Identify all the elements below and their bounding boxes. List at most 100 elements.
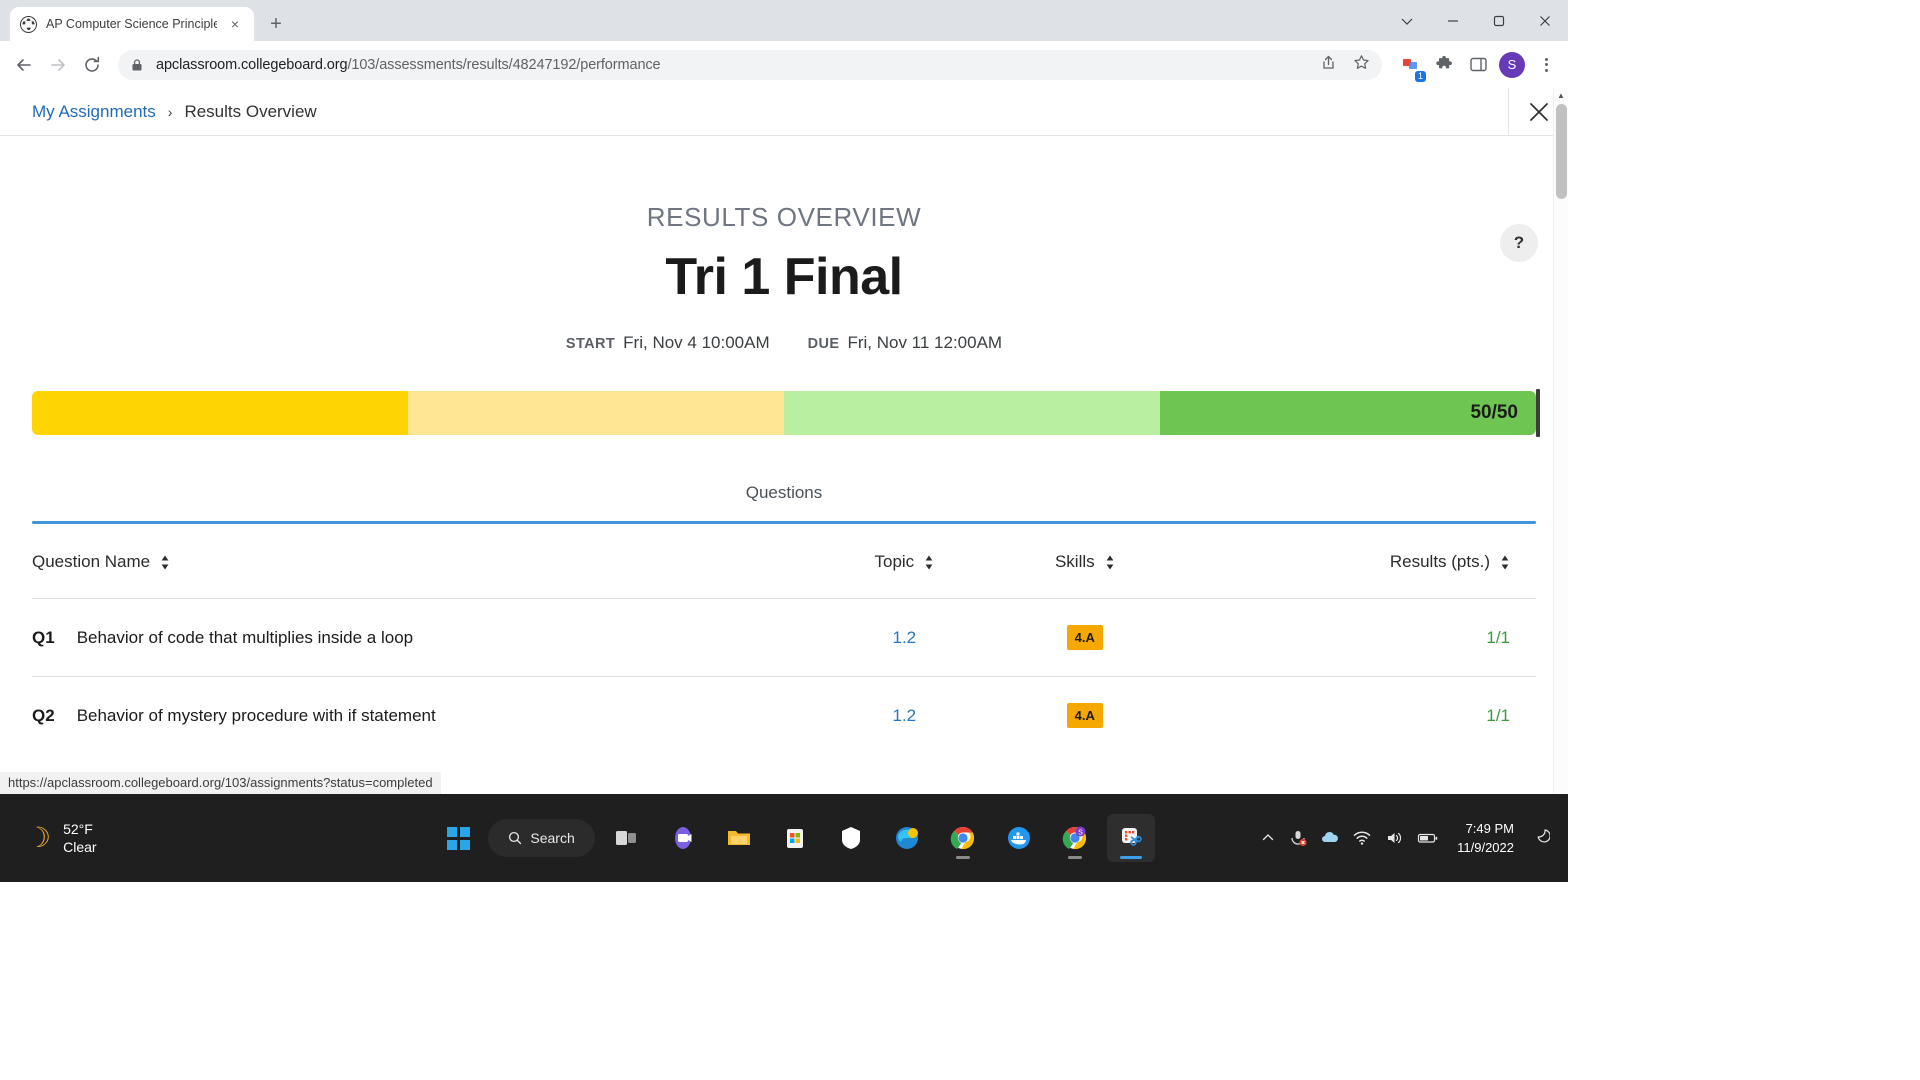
snipping-tool-icon [1121,828,1142,846]
address-bar[interactable]: apclassroom.collegeboard.org/103/assessm… [118,49,1382,80]
skill-badge[interactable]: 4.A [1066,703,1103,728]
edge-icon [895,827,918,849]
url-domain: apclassroom.collegeboard.org [156,56,348,73]
topic-link[interactable]: 1.2 [814,706,994,726]
table-row[interactable]: Q1 Behavior of code that multiplies insid… [32,598,1536,677]
breadcrumb-current: Results Overview [184,101,317,121]
search-label: Search [530,830,575,846]
cell-skills[interactable]: 4.A [994,598,1176,677]
mute-microphone-icon[interactable] [1289,829,1307,847]
page-eyebrow: RESULTS OVERVIEW [646,202,922,232]
page-scrollbar[interactable]: ▲ [1553,88,1568,794]
taskbar-apps: Search S [330,814,1261,862]
extension-badge-icon[interactable]: 1 [1396,51,1426,82]
cell-result: 1/1 [1175,598,1536,677]
avatar: S [1499,51,1525,78]
score-marker [1536,389,1540,437]
extensions-puzzle-icon[interactable] [1430,51,1458,79]
omnibox-actions [1320,54,1370,76]
browser-tab[interactable]: AP Computer Science Principles × [10,7,254,41]
scroll-up-icon[interactable]: ▲ [1554,88,1568,103]
minimize-icon[interactable] [1430,0,1476,41]
share-icon[interactable] [1320,54,1337,76]
cell-skills[interactable]: 4.A [994,676,1176,754]
start-button[interactable] [436,816,480,860]
taskbar-app-chrome-profile[interactable]: S [1051,814,1099,862]
taskbar-app-brave[interactable] [827,814,875,862]
skill-badge[interactable]: 4.A [1066,625,1103,650]
task-view-icon [615,831,636,845]
chevron-down-icon[interactable] [1384,0,1430,41]
score-bar-segment-3 [784,391,1160,435]
sort-icon[interactable] [924,555,934,570]
search-icon [509,831,522,845]
cell-result: 1/1 [1175,676,1536,754]
column-header-results[interactable]: Results (pts.) [1175,524,1536,599]
teams-icon [674,827,692,849]
taskbar-app-chrome[interactable] [939,814,987,862]
microsoft-store-icon [786,829,803,848]
column-label: Question Name [32,552,151,571]
taskbar-app-task-view[interactable] [603,814,651,862]
help-button[interactable]: ? [1500,224,1538,262]
globe-icon [20,15,37,33]
chrome-icon [950,826,974,850]
new-tab-button[interactable]: + [262,10,290,38]
taskbar-app-docker[interactable] [995,814,1043,862]
clock-time: 7:49 PM [1465,821,1514,836]
wifi-icon[interactable] [1353,829,1371,847]
side-panel-icon[interactable] [1464,51,1492,79]
onedrive-icon[interactable] [1321,829,1339,847]
maximize-icon[interactable] [1476,0,1522,41]
tab-questions[interactable]: Questions [746,483,823,521]
volume-icon[interactable] [1385,829,1403,847]
scrollbar-thumb[interactable] [1556,104,1567,199]
tray-expand-icon[interactable] [1261,831,1275,845]
cell-question-name[interactable]: Q2 Behavior of mystery procedure with if … [32,676,815,754]
taskbar-app-teams[interactable] [659,814,707,862]
result-points: 1/1 [1486,705,1510,725]
close-window-icon[interactable] [1522,0,1568,41]
question-name: Behavior of mystery procedure with if st… [76,705,436,725]
reload-icon[interactable] [76,49,108,81]
windows-logo-icon [446,826,470,850]
breadcrumb-my-assignments[interactable]: My Assignments [32,102,156,122]
taskbar-app-microsoft-store[interactable] [771,814,819,862]
column-label: Topic [874,552,915,571]
column-header-topic[interactable]: Topic [814,524,994,599]
topic-link[interactable]: 1.2 [814,628,994,648]
taskbar-app-edge[interactable] [883,814,931,862]
search-button[interactable]: Search [488,819,595,857]
back-icon[interactable] [8,49,40,81]
battery-icon[interactable] [1417,829,1439,847]
close-icon[interactable]: × [226,15,244,33]
weather-widget[interactable]: ☽ 52°F Clear [0,821,330,855]
start-label: START [565,336,616,352]
cell-topic[interactable]: 1.2 [814,598,995,677]
window-controls [1384,0,1568,41]
windows-taskbar: ☽ 52°F Clear Search S 7:49 PM 11/9/2022 [0,794,1568,882]
weather-condition: Clear [63,839,97,855]
bookmark-star-icon[interactable] [1353,54,1370,76]
sort-icon[interactable] [1500,555,1510,570]
system-tray: 7:49 PM 11/9/2022 [1261,819,1568,857]
start-value: Fri, Nov 4 10:00AM [623,333,770,352]
taskbar-app-snipping-tool[interactable] [1106,814,1155,862]
notifications-icon[interactable] [1528,828,1551,849]
page-title: Tri 1 Final [665,248,903,306]
sort-icon[interactable] [160,555,170,570]
table-row[interactable]: Q2 Behavior of mystery procedure with if … [32,676,1536,754]
column-header-question-name[interactable]: Question Name [32,524,814,599]
taskbar-app-file-explorer[interactable] [715,814,763,862]
cell-topic[interactable]: 1.2 [814,676,995,754]
score-bar [32,391,1536,435]
chrome-menu-icon[interactable] [1532,51,1560,79]
profile-avatar[interactable]: S [1498,51,1526,79]
file-explorer-icon [727,831,750,845]
taskbar-clock[interactable]: 7:49 PM 11/9/2022 [1453,819,1514,857]
cell-question-name[interactable]: Q1 Behavior of code that multiplies insid… [32,598,815,677]
column-header-skills[interactable]: Skills [995,524,1175,599]
score-bar-wrapper: 50/50 [32,389,1540,437]
forward-icon[interactable] [42,49,74,81]
sort-icon[interactable] [1105,555,1115,570]
